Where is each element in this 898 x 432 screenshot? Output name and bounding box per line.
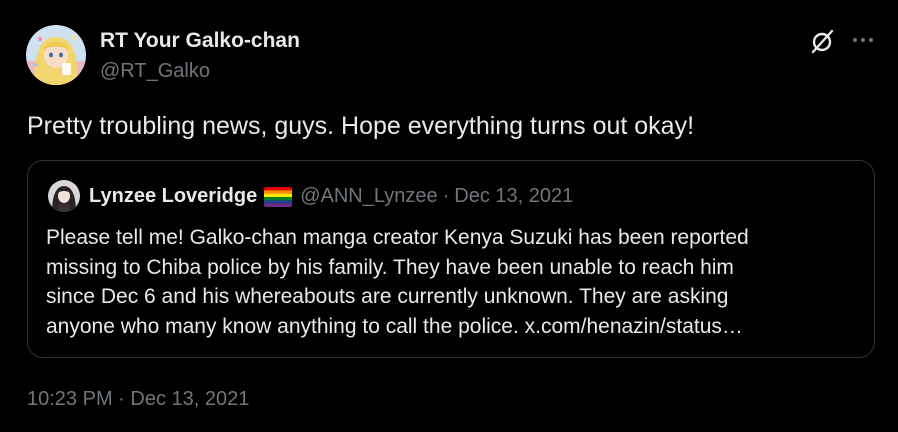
quote-text-line: missing to Chiba police by his family. T… xyxy=(46,255,734,279)
quote-text-line: Please tell me! Galko-chan manga creator… xyxy=(46,226,749,249)
quote-text: Please tell me! Galko-chan manga creator… xyxy=(46,223,858,341)
timestamp-date: Dec 13, 2021 xyxy=(130,388,250,410)
quote-author-name[interactable]: Lynzee Loveridge xyxy=(89,185,257,208)
grok-icon[interactable] xyxy=(810,28,836,54)
quote-tweet-card[interactable]: Lynzee Loveridge @ANN_Lynzee · Dec 13, 2… xyxy=(27,160,875,358)
quote-text-line: anyone who many know anything to call th… xyxy=(46,314,743,338)
quote-author-handle[interactable]: @ANN_Lynzee xyxy=(300,185,437,208)
author-handle[interactable]: @RT_Galko xyxy=(100,60,210,83)
author-name[interactable]: RT Your Galko-chan xyxy=(100,29,300,53)
timestamp-time-link[interactable]: 10:23 PM · Dec 13, 2021 xyxy=(27,388,249,410)
timestamp-time: 10:23 PM xyxy=(27,388,113,410)
author-avatar[interactable] xyxy=(26,25,86,85)
tweet: RT Your Galko-chan @RT_Galko Pretty trou… xyxy=(0,0,898,432)
quote-date[interactable]: Dec 13, 2021 xyxy=(454,185,573,208)
timestamp-separator: · xyxy=(118,388,125,410)
quote-text-line: since Dec 6 and his whereabouts are curr… xyxy=(46,285,729,308)
tweet-text: Pretty troubling news, guys. Hope everyt… xyxy=(27,112,695,140)
quote-separator: · xyxy=(442,185,450,207)
rainbow-flag-icon xyxy=(264,186,293,207)
more-icon[interactable] xyxy=(850,30,876,50)
quote-header: Lynzee Loveridge @ANN_Lynzee · Dec 13, 2… xyxy=(89,185,573,208)
tweet-timestamp: 10:23 PM · Dec 13, 2021 xyxy=(27,388,249,411)
quote-author-avatar[interactable] xyxy=(48,180,80,212)
